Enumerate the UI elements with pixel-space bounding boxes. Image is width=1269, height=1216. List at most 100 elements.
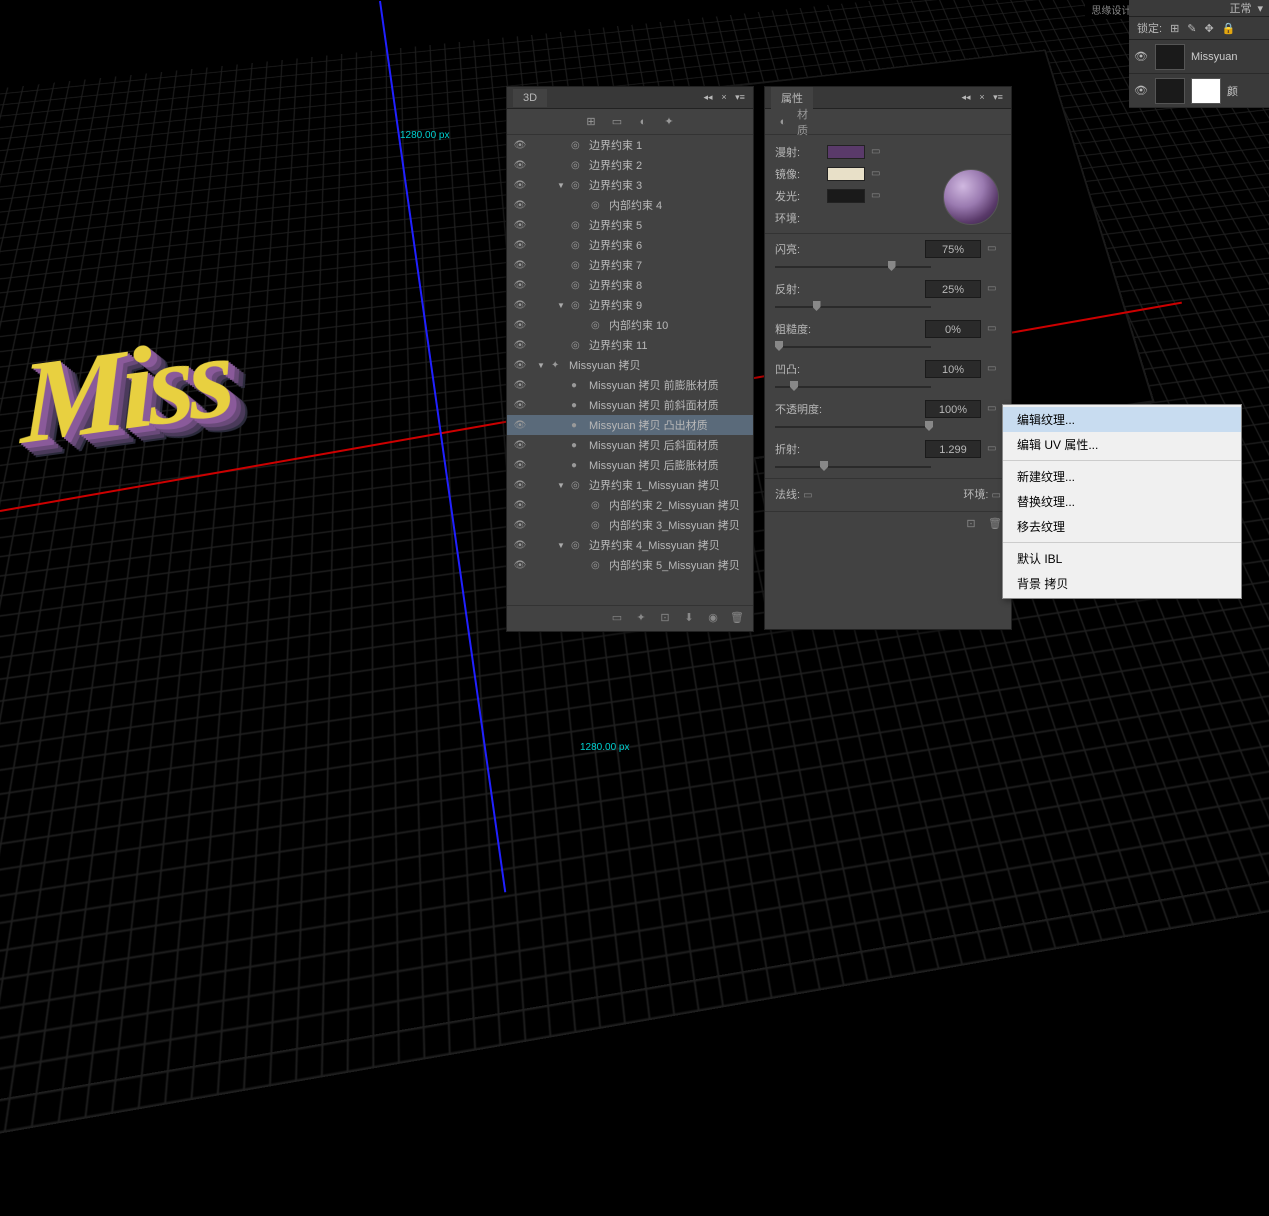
tree-row[interactable]: 👁 ● Missyuan 拷贝 前斜面材质 bbox=[507, 395, 753, 415]
visibility-icon[interactable]: 👁 bbox=[1133, 50, 1149, 63]
menu-item[interactable]: 新建纹理... bbox=[1003, 464, 1241, 489]
slider-handle[interactable] bbox=[790, 381, 798, 391]
specular-swatch[interactable] bbox=[827, 167, 865, 181]
panel-properties[interactable]: 属性 ◂◂ × ▾≡ ◐ 材质 漫射: ▭ 镜像: ▭ 发光: ▭ 环境: bbox=[764, 86, 1012, 630]
slider-handle[interactable] bbox=[813, 301, 821, 311]
filter-scene-icon[interactable]: ⊞ bbox=[583, 114, 599, 130]
visibility-icon[interactable]: 👁 bbox=[511, 400, 529, 411]
trash-icon[interactable]: 🗑 bbox=[987, 517, 1003, 533]
slider-track[interactable] bbox=[775, 460, 1001, 474]
visibility-icon[interactable]: 👁 bbox=[511, 320, 529, 331]
filter-mesh-icon[interactable]: ▭ bbox=[609, 114, 625, 130]
blend-mode-label[interactable]: 正常 bbox=[1229, 0, 1251, 16]
slider-track[interactable] bbox=[775, 260, 1001, 274]
tree-row[interactable]: 👁 ◎ 内部约束 10 bbox=[507, 315, 753, 335]
folder-icon[interactable]: ▭ bbox=[992, 490, 1001, 501]
visibility-icon[interactable]: 👁 bbox=[511, 560, 529, 571]
tree-row[interactable]: 👁 ◎ 边界约束 5 bbox=[507, 215, 753, 235]
visibility-icon[interactable]: 👁 bbox=[511, 240, 529, 251]
slider-track[interactable] bbox=[775, 380, 1001, 394]
lock-move-icon[interactable]: ✥ bbox=[1205, 22, 1214, 35]
lock-pixels-icon[interactable]: ⊞ bbox=[1170, 22, 1179, 35]
visibility-icon[interactable]: 👁 bbox=[511, 260, 529, 271]
tree-row[interactable]: 👁 ◎ 内部约束 2_Missyuan 拷贝 bbox=[507, 495, 753, 515]
collapse-icon[interactable]: ◂◂ bbox=[701, 92, 715, 103]
layer-row[interactable]: 👁 颜 bbox=[1129, 74, 1269, 108]
visibility-icon[interactable]: 👁 bbox=[511, 340, 529, 351]
visibility-icon[interactable]: 👁 bbox=[511, 180, 529, 191]
panel-3d[interactable]: 3D ◂◂ × ▾≡ ⊞ ▭ ◐ ✦ 👁 ◎ 边界约束 1👁 ◎ 边界约束 2👁… bbox=[506, 86, 754, 632]
expand-arrow[interactable]: ▼ bbox=[557, 541, 567, 550]
btn-icon[interactable]: ▭ bbox=[609, 611, 625, 627]
tree-row[interactable]: 👁 ◎ 边界约束 1 bbox=[507, 135, 753, 155]
tree-row[interactable]: 👁 ◎ 内部约束 5_Missyuan 拷贝 bbox=[507, 555, 753, 575]
tree-row[interactable]: 👁 ◎ 边界约束 11 bbox=[507, 335, 753, 355]
visibility-icon[interactable]: 👁 bbox=[511, 280, 529, 291]
panel-3d-header[interactable]: 3D ◂◂ × ▾≡ bbox=[507, 87, 753, 109]
layer-row[interactable]: 👁 Missyuan bbox=[1129, 40, 1269, 74]
visibility-icon[interactable]: 👁 bbox=[511, 200, 529, 211]
tree-row[interactable]: 👁 ◎ 边界约束 2 bbox=[507, 155, 753, 175]
layer-thumb[interactable] bbox=[1155, 78, 1185, 104]
layer-mask-thumb[interactable] bbox=[1191, 78, 1221, 104]
slider-value[interactable]: 75% bbox=[925, 240, 981, 258]
slider-value[interactable]: 100% bbox=[925, 400, 981, 418]
tree-row[interactable]: 👁 ◎ 边界约束 6 bbox=[507, 235, 753, 255]
menu-icon[interactable]: ▾≡ bbox=[733, 92, 747, 103]
menu-item[interactable]: 移去纹理 bbox=[1003, 514, 1241, 539]
menu-item[interactable]: 编辑 UV 属性... bbox=[1003, 432, 1241, 457]
slider-value[interactable]: 1.299 bbox=[925, 440, 981, 458]
tree-row[interactable]: 👁 ◎ 边界约束 7 bbox=[507, 255, 753, 275]
filter-material-icon[interactable]: ◐ bbox=[635, 114, 651, 130]
menu-item[interactable]: 默认 IBL bbox=[1003, 546, 1241, 571]
slider-handle[interactable] bbox=[775, 341, 783, 351]
visibility-icon[interactable]: 👁 bbox=[511, 480, 529, 491]
expand-arrow[interactable]: ▼ bbox=[537, 361, 547, 370]
folder-icon[interactable]: ▭ bbox=[987, 443, 1001, 455]
tree-row[interactable]: 👁 ● Missyuan 拷贝 后膨胀材质 bbox=[507, 455, 753, 475]
slider-value[interactable]: 0% bbox=[925, 320, 981, 338]
visibility-icon[interactable]: 👁 bbox=[511, 500, 529, 511]
menu-item[interactable]: 替换纹理... bbox=[1003, 489, 1241, 514]
visibility-icon[interactable]: 👁 bbox=[511, 540, 529, 551]
menu-icon[interactable]: ▾≡ bbox=[991, 92, 1005, 103]
visibility-icon[interactable]: 👁 bbox=[511, 440, 529, 451]
slider-handle[interactable] bbox=[925, 421, 933, 431]
diffuse-swatch[interactable] bbox=[827, 145, 865, 159]
visibility-icon[interactable]: 👁 bbox=[511, 160, 529, 171]
tree-row[interactable]: 👁 ● Missyuan 拷贝 前膨胀材质 bbox=[507, 375, 753, 395]
slider-track[interactable] bbox=[775, 300, 1001, 314]
folder-icon[interactable]: ▭ bbox=[803, 490, 812, 501]
tree-row[interactable]: 👁 ▼ ◎ 边界约束 9 bbox=[507, 295, 753, 315]
btn-icon[interactable]: ⬇ bbox=[681, 611, 697, 627]
menu-item[interactable]: 编辑纹理... bbox=[1003, 407, 1241, 432]
illum-swatch[interactable] bbox=[827, 189, 865, 203]
folder-icon[interactable]: ▭ bbox=[987, 403, 1001, 415]
tree-row[interactable]: 👁 ● Missyuan 拷贝 后斜面材质 bbox=[507, 435, 753, 455]
blend-mode-strip[interactable]: 正常 ▾ bbox=[1129, 0, 1269, 16]
panel-3d-tab[interactable]: 3D bbox=[513, 89, 547, 107]
tree-row[interactable]: 👁 ◎ 内部约束 3_Missyuan 拷贝 bbox=[507, 515, 753, 535]
tree-row[interactable]: 👁 ▼ ◎ 边界约束 4_Missyuan 拷贝 bbox=[507, 535, 753, 555]
slider-track[interactable] bbox=[775, 420, 1001, 434]
visibility-icon[interactable]: 👁 bbox=[511, 300, 529, 311]
filter-light-icon[interactable]: ✦ bbox=[661, 114, 677, 130]
visibility-icon[interactable]: 👁 bbox=[1133, 84, 1149, 97]
collapse-icon[interactable]: ◂◂ bbox=[959, 92, 973, 103]
slider-handle[interactable] bbox=[820, 461, 828, 471]
slider-handle[interactable] bbox=[888, 261, 896, 271]
dropdown-icon[interactable]: ▾ bbox=[1257, 2, 1263, 15]
close-icon[interactable]: × bbox=[975, 92, 989, 103]
btn-icon[interactable]: ⊡ bbox=[657, 611, 673, 627]
visibility-icon[interactable]: 👁 bbox=[511, 140, 529, 151]
visibility-icon[interactable]: 👁 bbox=[511, 420, 529, 431]
trash-icon[interactable]: 🗑 bbox=[729, 611, 745, 627]
layer-thumb[interactable] bbox=[1155, 44, 1185, 70]
expand-arrow[interactable]: ▼ bbox=[557, 301, 567, 310]
folder-icon[interactable]: ▭ bbox=[871, 190, 885, 202]
material-preview-sphere[interactable] bbox=[943, 169, 999, 225]
expand-arrow[interactable]: ▼ bbox=[557, 481, 567, 490]
visibility-icon[interactable]: 👁 bbox=[511, 360, 529, 371]
tree-row[interactable]: 👁 ▼ ◎ 边界约束 1_Missyuan 拷贝 bbox=[507, 475, 753, 495]
visibility-icon[interactable]: 👁 bbox=[511, 520, 529, 531]
